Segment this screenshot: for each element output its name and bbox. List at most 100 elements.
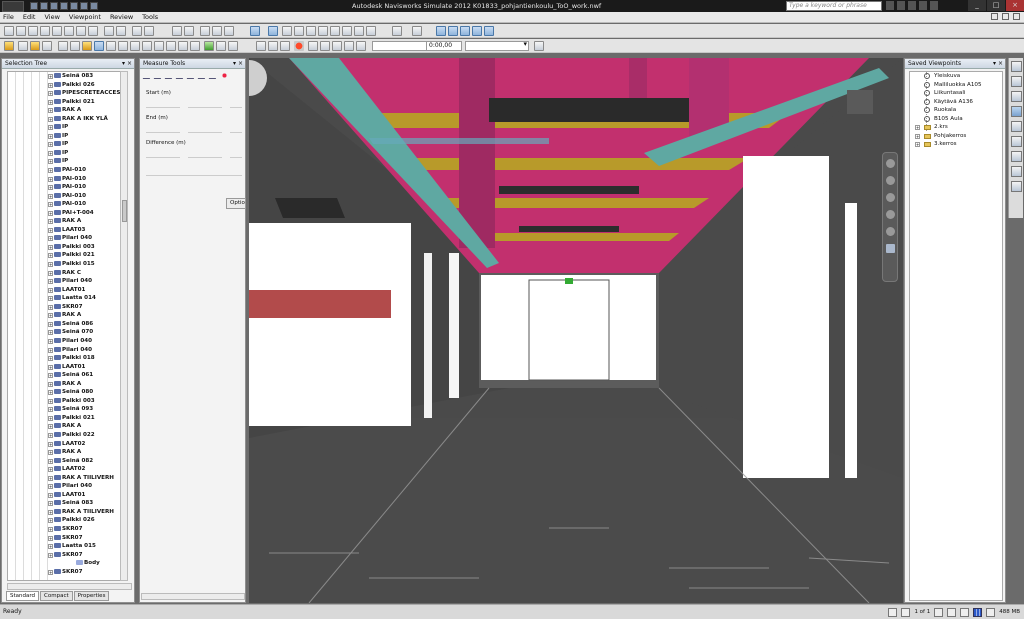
mdi-minimize-icon[interactable] xyxy=(991,13,998,20)
pan-strip-icon[interactable] xyxy=(1010,151,1022,162)
tree-item[interactable]: + PAI+T-004 xyxy=(8,209,121,218)
expand-icon[interactable]: + xyxy=(48,484,53,490)
expand-icon[interactable]: + xyxy=(48,381,53,387)
communication-icon[interactable] xyxy=(908,1,916,10)
save-icon[interactable] xyxy=(50,2,58,10)
orbit-strip-icon[interactable] xyxy=(1010,91,1022,102)
open-file-icon[interactable] xyxy=(16,26,26,36)
expand-icon[interactable]: + xyxy=(48,364,53,370)
tree-item[interactable]: + Pilari 040 xyxy=(8,337,121,346)
play-back-icon[interactable] xyxy=(280,41,290,51)
expand-icon[interactable]: + xyxy=(48,373,53,379)
expand-icon[interactable]: + xyxy=(48,407,53,413)
clash-icon[interactable] xyxy=(204,41,214,51)
tree-item[interactable]: + SKR07 xyxy=(8,551,121,560)
animation-select[interactable] xyxy=(465,40,529,51)
turntable-icon[interactable] xyxy=(366,26,376,36)
publish-icon[interactable] xyxy=(76,26,86,36)
prev-page-icon[interactable] xyxy=(901,607,911,617)
expand-icon[interactable]: + xyxy=(48,509,53,515)
animator-icon[interactable] xyxy=(178,41,188,51)
look-nav-icon[interactable] xyxy=(885,227,895,236)
expand-icon[interactable]: + xyxy=(915,125,920,130)
panel-controls[interactable]: ▾ × xyxy=(233,59,243,68)
tree-item[interactable]: + IP xyxy=(8,149,121,158)
expand-icon[interactable]: + xyxy=(48,82,53,88)
tree-item[interactable]: + Palkki 021 xyxy=(8,251,121,260)
quick-properties-icon[interactable] xyxy=(130,41,140,51)
tree-item[interactable]: + LAAT01 xyxy=(8,491,121,500)
viewpoint-item[interactable]: Liikuntasali xyxy=(910,89,1002,98)
expand-icon[interactable]: + xyxy=(48,99,53,105)
redo-toolbar-icon[interactable] xyxy=(116,26,126,36)
viewpoint-item[interactable]: Ruokala xyxy=(910,106,1002,115)
tree-item[interactable]: + RAK A TIILIVERH xyxy=(8,508,121,517)
fit-strip-icon[interactable] xyxy=(1010,166,1022,177)
expand-icon[interactable]: + xyxy=(48,544,53,550)
step-back-icon[interactable] xyxy=(268,41,278,51)
tree-item[interactable]: + RAK A xyxy=(8,422,121,431)
expand-icon[interactable]: + xyxy=(915,142,920,147)
print-icon[interactable] xyxy=(60,2,68,10)
tree-item[interactable]: + IP xyxy=(8,123,121,132)
subscription-icon[interactable] xyxy=(897,1,905,10)
pause-icon[interactable] xyxy=(308,41,318,51)
tree-item[interactable]: + RAK A xyxy=(8,448,121,457)
stop-icon[interactable] xyxy=(320,41,330,51)
tree-item[interactable]: + Seinä 070 xyxy=(8,328,121,337)
point-line-icon[interactable] xyxy=(164,72,175,79)
expand-icon[interactable]: + xyxy=(48,125,53,131)
fast-forward-icon[interactable] xyxy=(356,41,366,51)
expand-icon[interactable]: + xyxy=(48,176,53,182)
save-file-icon[interactable] xyxy=(64,26,74,36)
expand-icon[interactable]: + xyxy=(48,526,53,532)
viewpoint-folder[interactable]: +3.kerros xyxy=(910,140,1002,149)
play-icon[interactable] xyxy=(332,41,342,51)
tree-item[interactable]: + SKR07 xyxy=(8,525,121,534)
expand-icon[interactable]: + xyxy=(48,159,53,165)
expand-icon[interactable]: + xyxy=(48,552,53,558)
tree-item[interactable]: + LAAT01 xyxy=(8,286,121,295)
options-button[interactable]: Options xyxy=(226,198,246,209)
expand-icon[interactable]: + xyxy=(48,74,53,79)
lock-icon[interactable] xyxy=(208,72,219,79)
select-tool-icon[interactable] xyxy=(172,26,182,36)
expand-icon[interactable]: + xyxy=(48,492,53,498)
examine-icon[interactable] xyxy=(342,26,352,36)
expand-icon[interactable]: + xyxy=(48,287,53,293)
view-align-icon[interactable] xyxy=(484,26,494,36)
viewcube-icon[interactable] xyxy=(1010,61,1022,72)
menu-viewpoint[interactable]: Viewpoint xyxy=(69,13,101,21)
help-icon[interactable] xyxy=(930,1,938,10)
tree-item[interactable]: + Seinä 083 xyxy=(8,72,121,81)
tree-item[interactable]: + Palkki 003 xyxy=(8,243,121,252)
animation-time-field[interactable]: 0:00,00 xyxy=(426,41,462,51)
append-icon[interactable] xyxy=(52,26,62,36)
area-icon[interactable] xyxy=(197,72,208,79)
tree-item[interactable]: + LAAT01 xyxy=(8,363,121,372)
panel-controls[interactable]: ▾ × xyxy=(993,59,1003,68)
walk-strip-icon[interactable] xyxy=(1010,106,1022,117)
tree-item[interactable]: + RAK A xyxy=(8,311,121,320)
tree-item[interactable]: + Pilari 040 xyxy=(8,234,121,243)
zoom-strip-icon[interactable] xyxy=(1010,136,1022,147)
refresh-icon[interactable] xyxy=(28,26,38,36)
expand-icon[interactable]: + xyxy=(915,133,920,139)
gravity-icon[interactable] xyxy=(448,26,458,36)
print-preview-icon[interactable] xyxy=(144,26,154,36)
comments-icon[interactable] xyxy=(30,41,40,51)
point-to-point-icon[interactable] xyxy=(142,72,153,79)
expand-icon[interactable]: + xyxy=(48,142,53,148)
expand-icon[interactable]: + xyxy=(48,253,53,259)
search-icon[interactable] xyxy=(886,1,894,10)
minimize-button[interactable]: _ xyxy=(968,0,986,11)
expand-icon[interactable]: + xyxy=(48,398,53,404)
expand-icon[interactable]: + xyxy=(48,441,53,447)
animation-export-icon[interactable] xyxy=(534,41,544,51)
mdi-close-icon[interactable] xyxy=(1013,13,1020,20)
first-page-icon[interactable] xyxy=(888,607,898,617)
tree-item[interactable]: + Palkki 026 xyxy=(8,516,121,525)
tags-icon[interactable] xyxy=(42,41,52,51)
tree-item[interactable]: + IP xyxy=(8,132,121,141)
select-icon[interactable] xyxy=(90,2,98,10)
